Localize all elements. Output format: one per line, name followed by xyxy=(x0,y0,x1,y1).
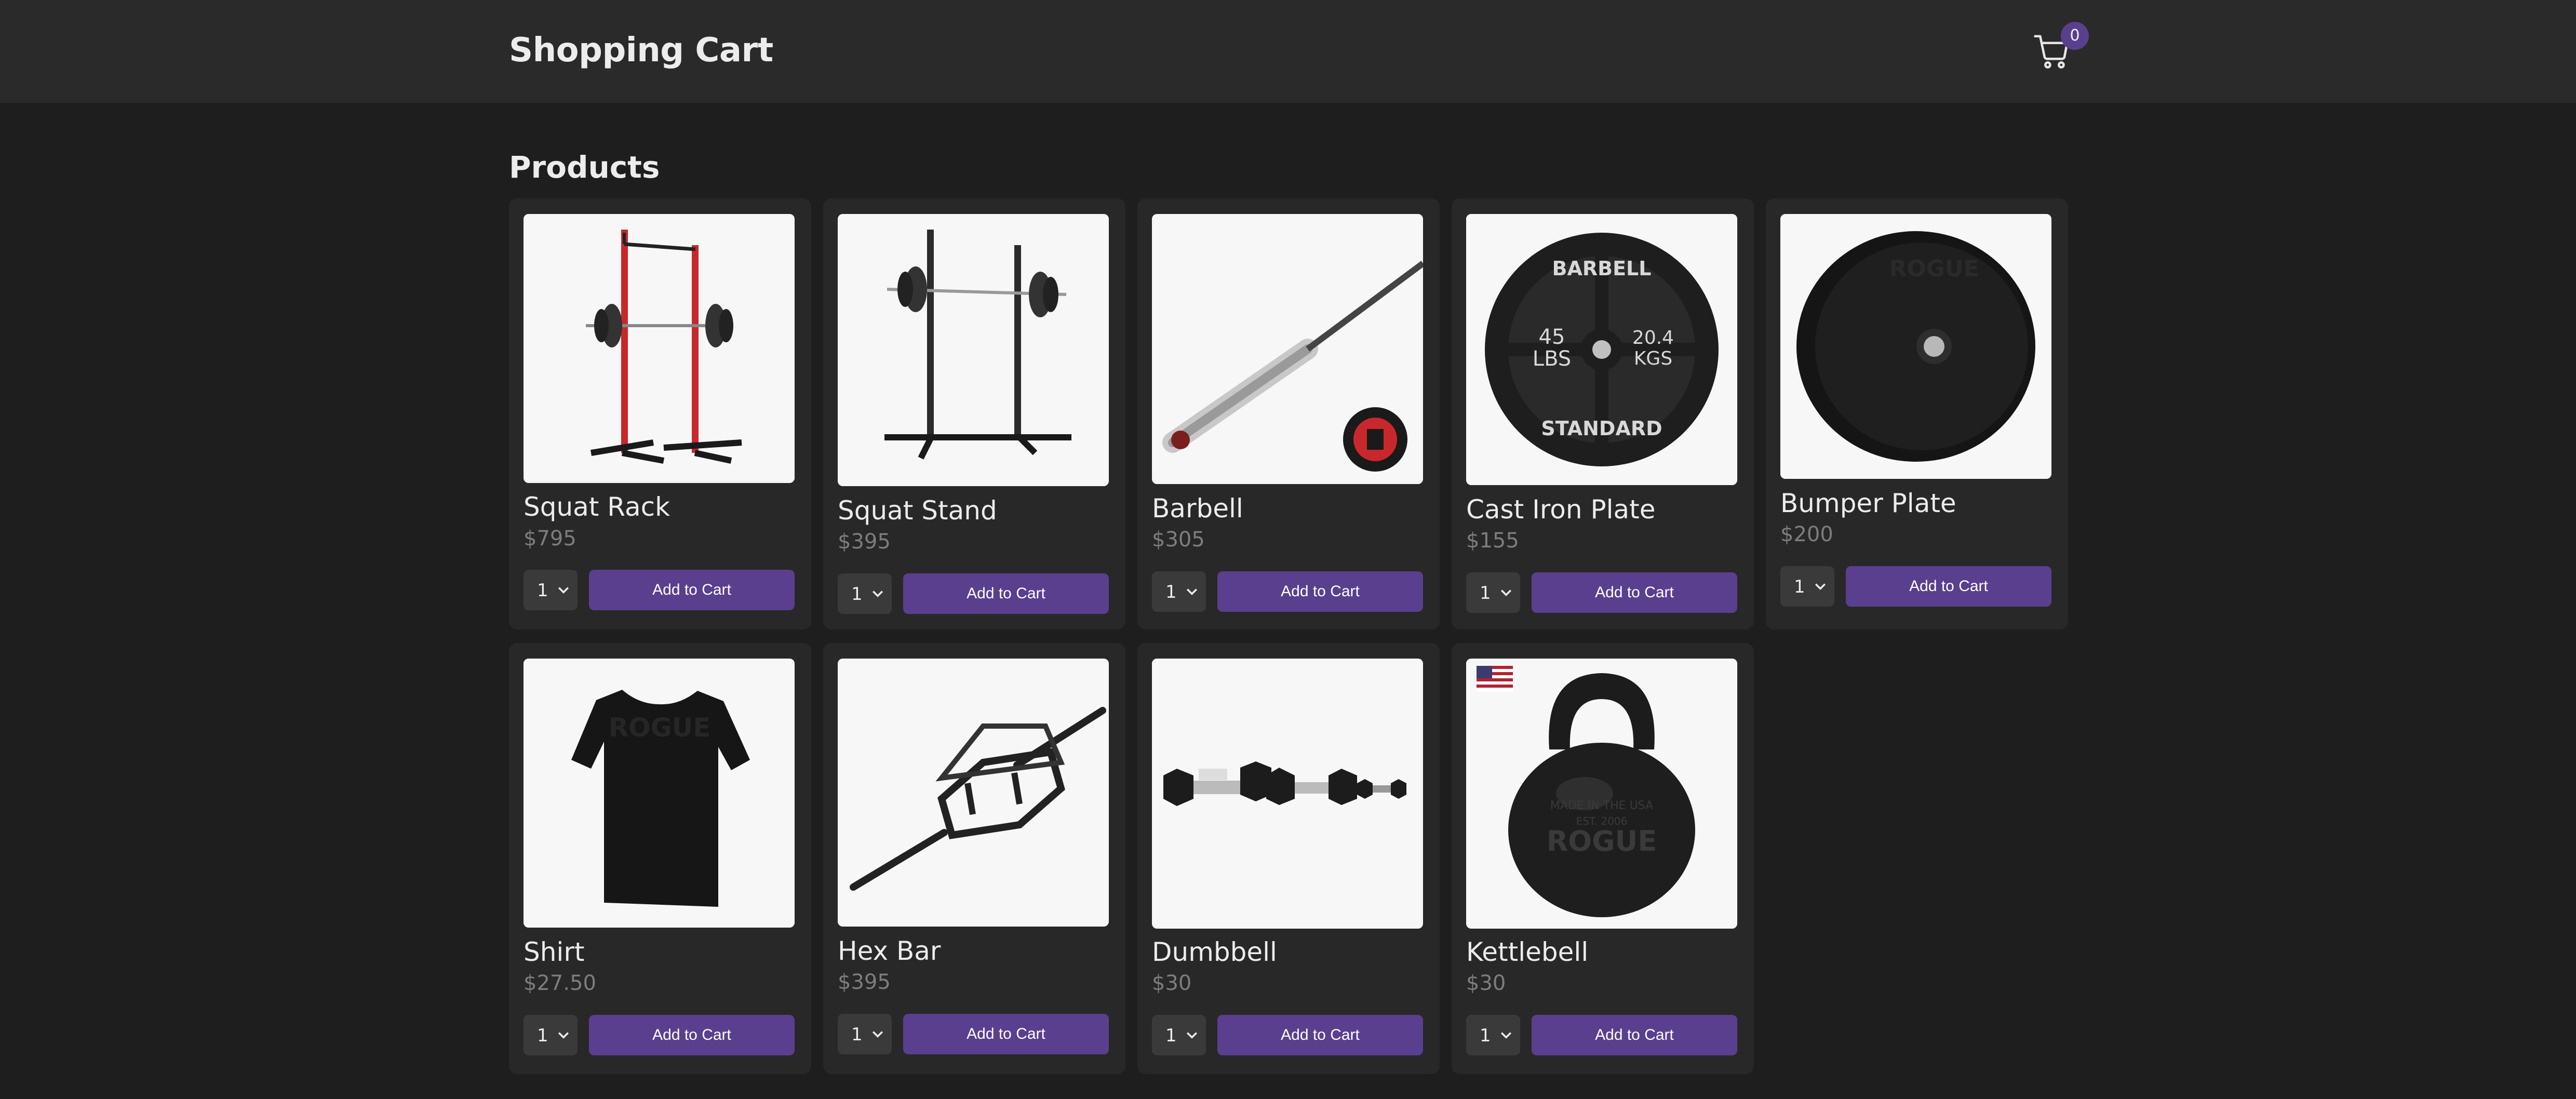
quantity-select[interactable]: 1 xyxy=(524,1015,578,1055)
add-to-cart-button[interactable]: Add to Cart xyxy=(903,1014,1109,1054)
product-card-barbell: Barbell $305 1 Add to Cart xyxy=(1137,198,1440,629)
product-image-squat-rack xyxy=(524,214,795,483)
product-image-cast-iron-plate: BARBELL STANDARD 45 LBS 20.4 KGS xyxy=(1466,214,1737,485)
kettlebell-brand-text: ROGUE xyxy=(1547,825,1657,857)
chevron-down-icon xyxy=(1500,589,1512,596)
quantity-value: 1 xyxy=(537,580,548,601)
product-card-squat-rack: Squat Rack $795 1 Add to Cart xyxy=(509,198,811,629)
product-price: $27.50 xyxy=(524,971,596,995)
product-price: $305 xyxy=(1152,528,1205,552)
product-image-bumper-plate: ROGUE xyxy=(1780,214,2051,479)
product-card-hex-bar: Hex Bar $395 1 Add to Cart xyxy=(823,643,1125,1074)
product-image-kettlebell: MADE IN THE USA EST. 2006 ROGUE xyxy=(1466,659,1737,929)
product-price: $395 xyxy=(838,970,891,994)
product-name: Bumper Plate xyxy=(1780,488,1956,518)
plate-top-text: BARBELL xyxy=(1552,257,1652,280)
product-price: $30 xyxy=(1152,971,1192,995)
chevron-down-icon xyxy=(872,591,883,597)
chevron-down-icon xyxy=(558,587,569,594)
product-price: $155 xyxy=(1466,529,1519,553)
product-name: Squat Rack xyxy=(524,492,670,522)
cart-button[interactable]: 0 xyxy=(2032,22,2089,75)
product-card-shirt: ROGUE Shirt $27.50 1 Add to Cart xyxy=(509,643,811,1074)
plate-bottom-text: STANDARD xyxy=(1541,417,1662,440)
quantity-select[interactable]: 1 xyxy=(838,1014,892,1054)
kettlebell-made-text: MADE IN THE USA xyxy=(1550,799,1653,812)
product-card-cast-iron-plate: BARBELL STANDARD 45 LBS 20.4 KGS Cast Ir… xyxy=(1452,198,1754,629)
bumper-brand-text: ROGUE xyxy=(1889,256,1979,282)
chevron-down-icon xyxy=(872,1031,883,1038)
product-image-hex-bar xyxy=(838,659,1109,927)
product-card-bumper-plate: ROGUE Bumper Plate $200 1 Add to Cart xyxy=(1766,198,2068,629)
app-header: Shopping Cart 0 xyxy=(0,0,2576,103)
plate-left-unit: LBS xyxy=(1533,347,1571,371)
quantity-value: 1 xyxy=(1794,577,1805,597)
product-name: Cast Iron Plate xyxy=(1466,494,1656,525)
quantity-value: 1 xyxy=(1480,583,1491,604)
product-name: Dumbbell xyxy=(1152,937,1277,967)
product-image-dumbbell xyxy=(1152,659,1423,929)
add-to-cart-button[interactable]: Add to Cart xyxy=(903,573,1109,614)
plate-right-unit: KGS xyxy=(1634,348,1672,369)
add-to-cart-button[interactable]: Add to Cart xyxy=(1846,566,2051,607)
us-flag-icon xyxy=(1477,666,1513,692)
quantity-select[interactable]: 1 xyxy=(1780,566,1834,607)
add-to-cart-button[interactable]: Add to Cart xyxy=(589,570,795,610)
add-to-cart-button[interactable]: Add to Cart xyxy=(1532,572,1737,613)
page-title: Shopping Cart xyxy=(509,31,773,70)
product-name: Shirt xyxy=(524,937,585,967)
chevron-down-icon xyxy=(1815,583,1826,590)
product-image-squat-stand xyxy=(838,214,1109,486)
quantity-value: 1 xyxy=(851,1024,863,1045)
product-card-kettlebell: MADE IN THE USA EST. 2006 ROGUE Kettlebe… xyxy=(1452,643,1754,1074)
quantity-select[interactable]: 1 xyxy=(524,570,578,610)
chevron-down-icon xyxy=(1186,588,1198,595)
chevron-down-icon xyxy=(558,1032,569,1039)
product-card-squat-stand: Squat Stand $395 1 Add to Cart xyxy=(823,198,1125,629)
product-name: Barbell xyxy=(1152,493,1243,524)
products-heading: Products xyxy=(509,150,660,185)
chevron-down-icon xyxy=(1186,1032,1198,1039)
quantity-select[interactable]: 1 xyxy=(1152,571,1206,612)
chevron-down-icon xyxy=(1500,1032,1512,1039)
plate-right-number: 20.4 xyxy=(1632,327,1674,349)
add-to-cart-button[interactable]: Add to Cart xyxy=(1532,1015,1737,1055)
shirt-brand-text: ROGUE xyxy=(609,713,711,743)
product-image-shirt: ROGUE xyxy=(524,659,795,928)
add-to-cart-button[interactable]: Add to Cart xyxy=(589,1015,795,1055)
add-to-cart-button[interactable]: Add to Cart xyxy=(1217,1015,1423,1055)
cart-count-badge: 0 xyxy=(2061,22,2089,50)
add-to-cart-button[interactable]: Add to Cart xyxy=(1217,571,1423,612)
product-price: $30 xyxy=(1466,971,1506,995)
plate-left-number: 45 xyxy=(1539,325,1565,349)
quantity-value: 1 xyxy=(1480,1025,1491,1046)
product-name: Kettlebell xyxy=(1466,937,1589,967)
product-image-barbell xyxy=(1152,214,1423,484)
quantity-value: 1 xyxy=(851,584,863,605)
product-price: $395 xyxy=(838,530,891,554)
quantity-select[interactable]: 1 xyxy=(838,573,892,614)
product-price: $795 xyxy=(524,527,576,551)
quantity-value: 1 xyxy=(1165,1025,1177,1046)
quantity-select[interactable]: 1 xyxy=(1152,1015,1206,1055)
quantity-select[interactable]: 1 xyxy=(1466,1015,1520,1055)
quantity-select[interactable]: 1 xyxy=(1466,572,1520,613)
quantity-value: 1 xyxy=(1165,582,1177,602)
product-price: $200 xyxy=(1780,522,1833,546)
product-name: Hex Bar xyxy=(838,936,941,966)
product-card-dumbbell: Dumbbell $30 1 Add to Cart xyxy=(1137,643,1440,1074)
quantity-value: 1 xyxy=(537,1025,548,1046)
product-name: Squat Stand xyxy=(838,495,997,526)
